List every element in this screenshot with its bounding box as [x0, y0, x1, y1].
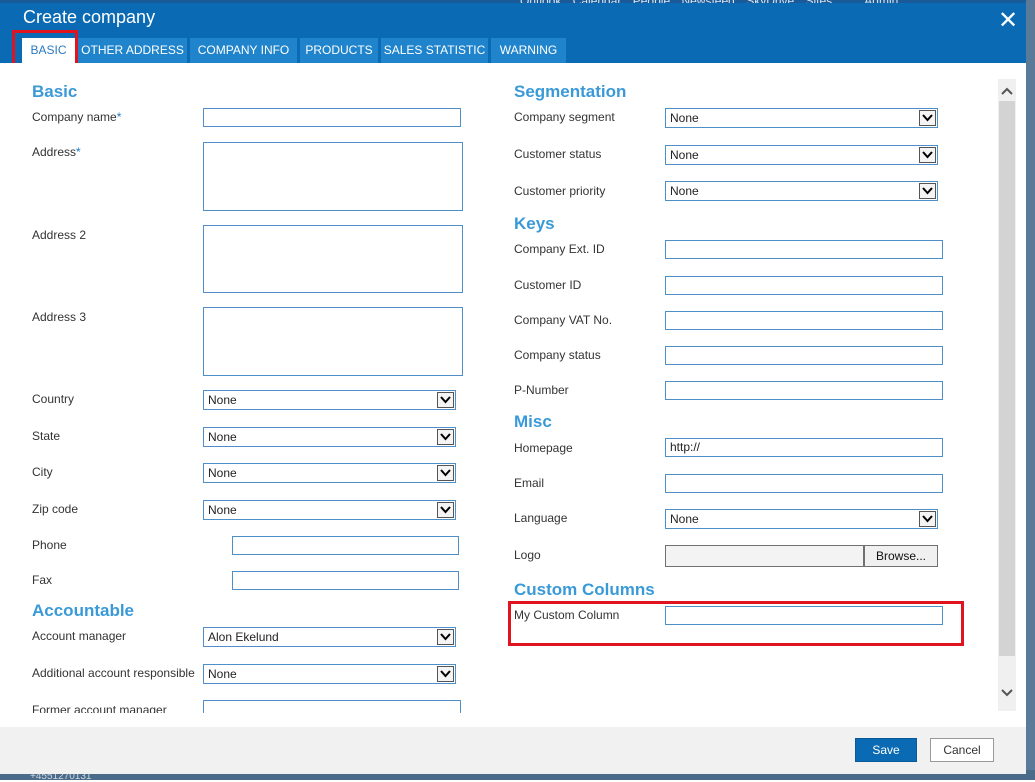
dialog-title: Create company: [23, 7, 156, 27]
address3-textarea[interactable]: [203, 307, 463, 376]
scroll-down-icon[interactable]: [998, 683, 1016, 701]
account-manager-value: Alon Ekelund: [208, 630, 279, 644]
tab-products[interactable]: PRODUCTS: [300, 38, 378, 63]
country-label: Country: [32, 392, 75, 406]
section-heading-basic: Basic: [32, 82, 78, 101]
company-ext-id-label: Company Ext. ID: [514, 242, 605, 256]
language-select[interactable]: None: [665, 509, 938, 529]
customer-id-input[interactable]: [665, 276, 943, 295]
additional-responsible-label: Additional account responsible: [32, 666, 195, 680]
tab-warning[interactable]: WARNING: [491, 38, 566, 63]
tab-company-info[interactable]: COMPANY INFO: [190, 38, 297, 63]
company-segment-value: None: [670, 111, 699, 125]
cancel-button[interactable]: Cancel: [930, 738, 994, 762]
chevron-down-icon[interactable]: [919, 147, 936, 163]
address2-textarea[interactable]: [203, 225, 463, 293]
address-textarea[interactable]: [203, 142, 463, 211]
additional-responsible-value: None: [208, 667, 237, 681]
country-value: None: [208, 393, 237, 407]
chevron-down-icon[interactable]: [437, 629, 454, 645]
background-side-panel: [1026, 0, 1035, 780]
section-heading-misc: Misc: [514, 412, 552, 431]
vertical-scrollbar[interactable]: [998, 79, 1016, 711]
highlight-box-custom-column: [508, 601, 964, 646]
former-manager-input[interactable]: [203, 700, 461, 713]
customer-status-select[interactable]: None: [665, 145, 938, 165]
company-segment-label: Company segment: [514, 110, 615, 124]
chevron-down-icon[interactable]: [919, 110, 936, 126]
required-mark: *: [116, 110, 122, 124]
state-select[interactable]: None: [203, 427, 456, 447]
company-segment-select[interactable]: None: [665, 108, 938, 128]
address2-label: Address 2: [32, 228, 87, 242]
homepage-input[interactable]: http://: [665, 438, 943, 457]
former-manager-label: Former account manager: [32, 703, 167, 713]
account-manager-select[interactable]: Alon Ekelund: [203, 627, 456, 647]
tab-other-address[interactable]: OTHER ADDRESS: [78, 38, 187, 63]
company-status-label: Company status: [514, 348, 601, 362]
company-name-label: Company name*: [32, 110, 121, 124]
phone-input[interactable]: [232, 536, 459, 555]
account-manager-label: Account manager: [32, 629, 127, 643]
address3-label: Address 3: [32, 310, 87, 324]
address-label: Address*: [32, 145, 81, 159]
close-icon[interactable]: ✕: [998, 7, 1018, 35]
tab-sales-statistic[interactable]: SALES STATISTIC: [381, 38, 488, 63]
customer-status-label: Customer status: [514, 147, 602, 161]
customer-priority-value: None: [670, 184, 699, 198]
chevron-down-icon[interactable]: [437, 429, 454, 445]
p-number-label: P-Number: [514, 383, 569, 397]
dialog-footer: Save Cancel: [0, 727, 1026, 774]
chevron-down-icon[interactable]: [919, 183, 936, 199]
zip-label: Zip code: [32, 502, 79, 516]
company-vat-input[interactable]: [665, 311, 943, 330]
customer-priority-select[interactable]: None: [665, 181, 938, 201]
save-button[interactable]: Save: [855, 738, 917, 762]
section-heading-keys: Keys: [514, 214, 555, 233]
scroll-up-icon[interactable]: [998, 83, 1016, 101]
country-select[interactable]: None: [203, 390, 456, 410]
required-mark: *: [76, 145, 81, 159]
additional-responsible-select[interactable]: None: [203, 664, 456, 684]
company-name-input[interactable]: [203, 108, 461, 127]
city-select[interactable]: None: [203, 463, 456, 483]
chevron-down-icon[interactable]: [919, 511, 936, 527]
language-value: None: [670, 512, 699, 526]
state-label: State: [32, 429, 61, 443]
scrollbar-thumb[interactable]: [999, 101, 1015, 656]
browse-button[interactable]: Browse...: [864, 545, 938, 567]
section-heading-accountable: Accountable: [32, 601, 135, 620]
city-value: None: [208, 466, 237, 480]
logo-file-path[interactable]: [665, 545, 864, 567]
email-input[interactable]: [665, 474, 943, 493]
chevron-down-icon[interactable]: [437, 392, 454, 408]
company-ext-id-input[interactable]: [665, 240, 943, 259]
fax-label: Fax: [32, 573, 53, 587]
dialog-titlebar: Create company ✕ BASIC OTHER ADDRESS COM…: [0, 3, 1026, 63]
company-name-label-text: Company name: [32, 110, 117, 124]
phone-label: Phone: [32, 538, 67, 552]
chevron-down-icon[interactable]: [437, 666, 454, 682]
city-label: City: [32, 465, 53, 479]
state-value: None: [208, 430, 237, 444]
email-label: Email: [514, 476, 545, 490]
zip-value: None: [208, 503, 237, 517]
create-company-dialog: Create company ✕ BASIC OTHER ADDRESS COM…: [0, 3, 1026, 774]
language-label: Language: [514, 511, 568, 525]
customer-status-value: None: [670, 148, 699, 162]
customer-priority-label: Customer priority: [514, 184, 606, 198]
section-heading-custom-columns: Custom Columns: [514, 580, 655, 599]
logo-label: Logo: [514, 548, 541, 562]
fax-input[interactable]: [232, 571, 459, 590]
chevron-down-icon[interactable]: [437, 465, 454, 481]
company-vat-label: Company VAT No.: [514, 313, 613, 327]
zip-select[interactable]: None: [203, 500, 456, 520]
section-heading-segmentation: Segmentation: [514, 82, 627, 101]
company-status-input[interactable]: [665, 346, 943, 365]
homepage-label: Homepage: [514, 441, 573, 455]
address-label-text: Address: [32, 145, 77, 159]
p-number-input[interactable]: [665, 381, 943, 400]
customer-id-label: Customer ID: [514, 278, 582, 292]
chevron-down-icon[interactable]: [437, 502, 454, 518]
